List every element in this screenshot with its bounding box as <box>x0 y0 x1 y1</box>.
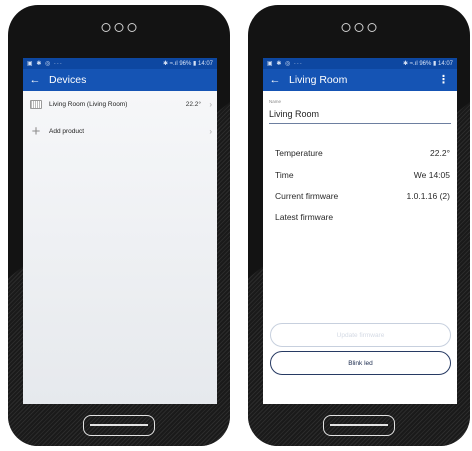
add-product-row[interactable]: + Add product › <box>23 118 217 145</box>
devices-screen: ▣ ✱ ◎ ··· ✱ ≈.ıl 96% ▮ 14:07 ← Devices L… <box>23 58 217 404</box>
thermostat-device-icon <box>30 100 42 109</box>
status-bar: ▣ ✱ ◎ ··· ✱ ≈.ıl 96% ▮ 14:07 <box>263 58 457 69</box>
speaker-dots <box>341 23 377 32</box>
name-field-input[interactable]: Living Room <box>269 109 319 119</box>
current-firmware-value: 1.0.1.16 (2) <box>406 191 450 201</box>
status-right-info: ✱ ≈.ıl 96% ▮ 14:07 <box>403 61 453 67</box>
home-button[interactable] <box>83 415 155 436</box>
latest-firmware-row: Latest firmware <box>275 212 450 222</box>
blink-led-button[interactable]: Blink led <box>270 351 451 375</box>
update-firmware-button[interactable]: Update firmware <box>270 323 451 347</box>
app-bar: ← Devices <box>23 69 217 91</box>
back-arrow-icon[interactable]: ← <box>263 74 287 86</box>
time-value: We 14:05 <box>413 170 450 180</box>
back-arrow-icon[interactable]: ← <box>23 74 47 86</box>
speaker-dots <box>101 23 137 32</box>
device-detail: Name Living Room Temperature 22.2° Time … <box>263 91 457 404</box>
device-label: Living Room (Living Room) <box>49 101 128 108</box>
page-title: Devices <box>49 74 87 86</box>
time-row: Time We 14:05 <box>275 170 450 180</box>
overflow-menu-icon[interactable]: ⋮ <box>438 73 449 86</box>
temperature-label: Temperature <box>275 148 323 158</box>
phone-devices: ▣ ✱ ◎ ··· ✱ ≈.ıl 96% ▮ 14:07 ← Devices L… <box>8 5 230 446</box>
temperature-value: 22.2° <box>430 148 450 158</box>
home-button[interactable] <box>323 415 395 436</box>
device-temperature: 22.2° <box>185 101 201 108</box>
name-field-underline <box>269 123 451 124</box>
temperature-row: Temperature 22.2° <box>275 148 450 158</box>
status-bar: ▣ ✱ ◎ ··· ✱ ≈.ıl 96% ▮ 14:07 <box>23 58 217 69</box>
living-room-screen: ▣ ✱ ◎ ··· ✱ ≈.ıl 96% ▮ 14:07 ← Living Ro… <box>263 58 457 404</box>
chevron-right-icon: › <box>209 127 212 136</box>
page-title: Living Room <box>289 74 348 86</box>
time-label: Time <box>275 170 294 180</box>
current-firmware-row: Current firmware 1.0.1.16 (2) <box>275 191 450 201</box>
device-row-living-room[interactable]: Living Room (Living Room) 22.2° › <box>23 91 217 118</box>
chevron-right-icon: › <box>209 100 212 109</box>
phone-living-room: ▣ ✱ ◎ ··· ✱ ≈.ıl 96% ▮ 14:07 ← Living Ro… <box>248 5 470 446</box>
name-field-label: Name <box>269 99 282 104</box>
plus-icon: + <box>31 123 41 140</box>
current-firmware-label: Current firmware <box>275 191 339 201</box>
add-product-label: Add product <box>49 128 85 135</box>
status-left-icons: ▣ ✱ ◎ ··· <box>27 61 63 67</box>
status-right-info: ✱ ≈.ıl 96% ▮ 14:07 <box>163 61 213 67</box>
latest-firmware-label: Latest firmware <box>275 212 334 222</box>
device-list: Living Room (Living Room) 22.2° › + Add … <box>23 91 217 404</box>
status-left-icons: ▣ ✱ ◎ ··· <box>267 61 303 67</box>
app-bar: ← Living Room ⋮ <box>263 69 457 91</box>
